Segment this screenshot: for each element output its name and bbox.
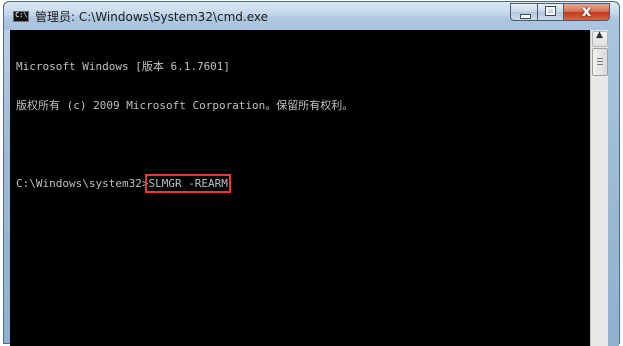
command-prompt: C:\Windows\system32>	[16, 177, 149, 190]
cmd-console-icon[interactable]: C:\	[13, 11, 29, 22]
command-line: C:\Windows\system32>SLMGR -REARM	[16, 174, 353, 193]
scroll-up-button[interactable]: ▲	[592, 30, 608, 47]
window-frame-right	[608, 30, 619, 346]
window-title: 管理员: C:\Windows\System32\cmd.exe	[35, 10, 268, 24]
typed-command-highlight: SLMGR -REARM	[145, 174, 231, 193]
console-line: 版权所有 (c) 2009 Microsoft Corporation。保留所有…	[16, 99, 354, 112]
vertical-scrollbar[interactable]: ▲	[590, 30, 609, 346]
minimize-button[interactable]	[510, 3, 538, 21]
console-line: Microsoft Windows [版本 6.1.7601]	[16, 60, 231, 73]
title-bar[interactable]: C:\ 管理员: C:\Windows\System32\cmd.exe x	[4, 2, 619, 30]
cmd-console-icon-text: C:\	[15, 11, 28, 19]
maximize-button[interactable]	[537, 3, 564, 21]
close-icon: x	[581, 2, 592, 20]
minimize-icon	[520, 14, 531, 19]
scroll-up-icon: ▲	[596, 30, 603, 40]
close-button[interactable]: x	[563, 2, 610, 21]
maximize-icon	[546, 7, 555, 15]
cmd-window: C:\ 管理员: C:\Windows\System32\cmd.exe x M…	[3, 1, 620, 346]
scroll-thumb[interactable]	[592, 48, 608, 76]
grip-icon	[597, 58, 603, 66]
console-text: Microsoft Windows [版本 6.1.7601] 版权所有 (c)…	[16, 34, 353, 216]
console-output[interactable]: Microsoft Windows [版本 6.1.7601] 版权所有 (c)…	[10, 30, 590, 346]
